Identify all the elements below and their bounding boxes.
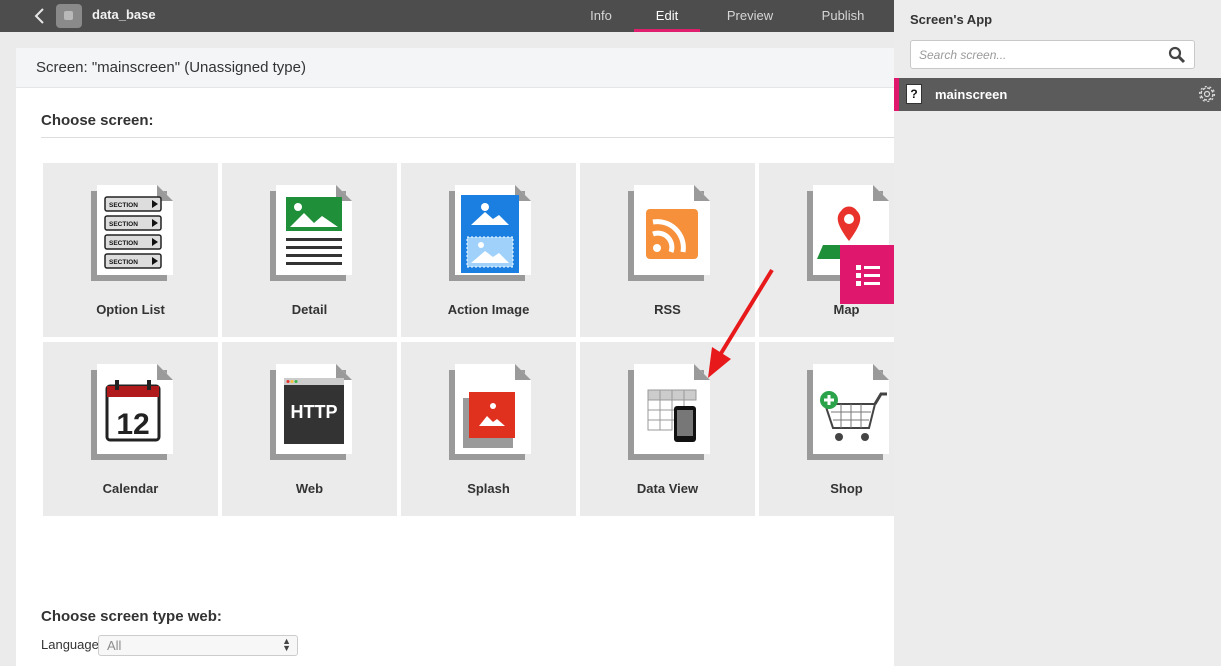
choose-screen-title: Choose screen: xyxy=(41,112,154,129)
search-input[interactable] xyxy=(911,41,1151,68)
list-menu-button[interactable] xyxy=(840,245,895,304)
tile-label: Action Image xyxy=(447,302,530,317)
tile-option-list[interactable]: SECTION SECTION SECTION SECTION Option L… xyxy=(43,163,218,337)
tile-calendar[interactable]: 12 Calendar xyxy=(43,342,218,516)
selected-indicator xyxy=(894,78,899,111)
gear-icon[interactable] xyxy=(1197,84,1217,104)
screen-list-item[interactable]: ? mainscreen xyxy=(894,78,1221,111)
tile-label: Shop xyxy=(830,481,863,496)
tab-edit[interactable]: Edit xyxy=(634,0,700,32)
search-box xyxy=(910,40,1195,69)
tile-label: Detail xyxy=(291,302,328,317)
screen-header: Screen: "mainscreen" (Unassigned type) xyxy=(16,48,894,88)
option-list-icon: SECTION SECTION SECTION SECTION xyxy=(91,185,173,281)
tile-label: Web xyxy=(295,481,324,496)
rss-icon xyxy=(628,185,710,281)
main-panel: Screen: "mainscreen" (Unassigned type) C… xyxy=(16,48,894,666)
tab-publish[interactable]: Publish xyxy=(800,0,886,32)
tile-label: Data View xyxy=(636,481,699,496)
shop-cart-icon xyxy=(807,364,889,460)
app-icon xyxy=(56,4,82,28)
tile-web[interactable]: HTTP Web xyxy=(222,342,397,516)
section-label: SECTION xyxy=(109,202,138,209)
splash-icon xyxy=(449,364,531,460)
tile-label: Option List xyxy=(96,302,165,317)
tile-label: Calendar xyxy=(102,481,159,496)
tile-data-view[interactable]: Data View xyxy=(580,342,755,516)
choose-web-type-title: Choose screen type web: xyxy=(41,608,222,625)
tile-rss[interactable]: RSS xyxy=(580,163,755,337)
detail-icon xyxy=(270,185,352,281)
tile-splash[interactable]: Splash xyxy=(401,342,576,516)
tile-shop[interactable]: Shop xyxy=(759,342,894,516)
back-chevron-icon[interactable] xyxy=(30,6,50,26)
language-select-value: All xyxy=(107,638,122,653)
tab-info[interactable]: Info xyxy=(568,0,634,32)
search-icon[interactable] xyxy=(1168,46,1186,64)
main-tabs: Info Edit Preview Publish xyxy=(568,0,886,32)
language-label: Language xyxy=(41,637,99,652)
list-icon xyxy=(856,265,880,286)
section-label: SECTION xyxy=(109,240,138,247)
screen-name: mainscreen xyxy=(935,87,1008,102)
language-select[interactable]: All ▲ ▼ xyxy=(98,635,298,656)
section-label: SECTION xyxy=(109,221,138,228)
section-label: SECTION xyxy=(109,259,138,266)
tile-label: RSS xyxy=(654,302,681,317)
action-image-icon xyxy=(449,185,531,281)
web-icon: HTTP xyxy=(270,364,352,460)
http-text: HTTP xyxy=(291,402,338,422)
sidebar-title: Screen's App xyxy=(910,12,993,27)
app-name: data_base xyxy=(92,7,156,22)
top-bar: data_base Info Edit Preview Publish xyxy=(0,0,894,32)
calendar-day-number: 12 xyxy=(116,408,149,441)
screens-sidebar: Screen's App ? mainscreen xyxy=(894,0,1221,666)
data-view-icon xyxy=(628,364,710,460)
tab-preview[interactable]: Preview xyxy=(700,0,800,32)
select-arrows-icon: ▲ ▼ xyxy=(282,636,291,653)
screen-type-grid: SECTION SECTION SECTION SECTION Option L… xyxy=(43,163,894,517)
tile-label: Map xyxy=(833,302,860,317)
tile-action-image[interactable]: Action Image xyxy=(401,163,576,337)
divider xyxy=(41,137,894,138)
tile-detail[interactable]: Detail xyxy=(222,163,397,337)
tile-label: Splash xyxy=(467,481,510,496)
unassigned-screen-icon: ? xyxy=(906,84,922,104)
calendar-icon: 12 xyxy=(91,364,173,460)
